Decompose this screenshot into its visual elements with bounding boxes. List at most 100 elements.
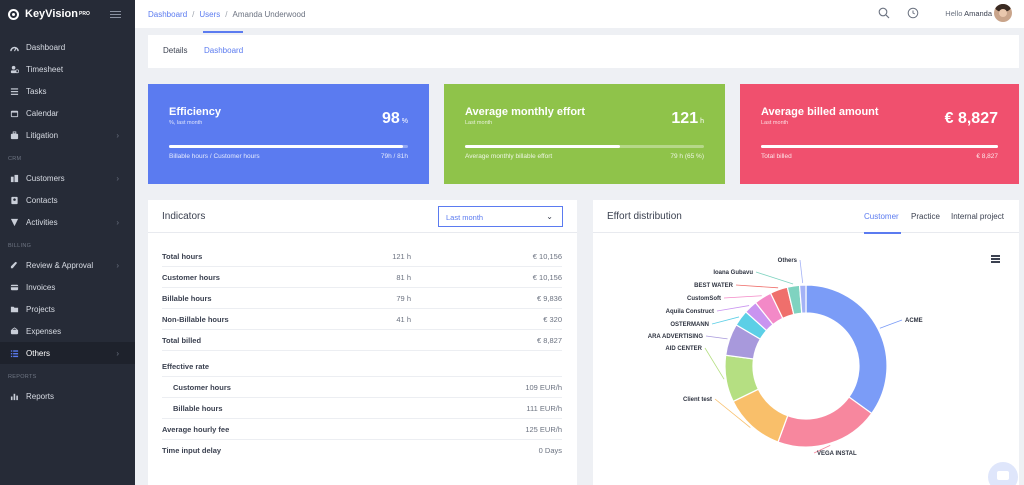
chevron-right-icon: › <box>116 260 119 270</box>
sidebar-item-label: Activities <box>26 217 58 227</box>
menu-toggle-icon[interactable] <box>110 10 121 18</box>
kpi-progress-bar <box>761 145 998 148</box>
donut-slice-acme[interactable] <box>805 284 888 415</box>
row-value: 109 EUR/h <box>525 383 562 392</box>
brand-badge: PRO <box>79 11 90 17</box>
expenses-icon <box>10 326 19 336</box>
leader-line <box>716 305 750 312</box>
sidebar-item-reports[interactable]: Reports <box>0 385 135 407</box>
breadcrumb-dashboard[interactable]: Dashboard <box>148 10 187 19</box>
greeting: Hello Amanda <box>945 9 992 18</box>
billed-amount-card: Average billed amount Last month € 8,827… <box>740 84 1019 184</box>
leader-line <box>755 271 794 285</box>
sidebar-item-tasks[interactable]: Tasks <box>0 80 135 102</box>
sidebar-item-customers[interactable]: Customers › <box>0 167 135 189</box>
table-row: Customer hours 81 h € 10,156 <box>162 267 562 288</box>
sidebar-item-label: Expenses <box>26 326 62 336</box>
kpi-value: 121 h <box>671 110 704 127</box>
list-icon <box>10 349 19 358</box>
period-value: Last month <box>446 213 484 222</box>
chat-icon[interactable] <box>988 462 1018 485</box>
row-label: Time input delay <box>162 446 222 455</box>
table-row: Total hours 121 h € 10,156 <box>162 246 562 267</box>
tab-customer[interactable]: Customer <box>864 212 899 221</box>
sidebar-item-calendar[interactable]: Calendar <box>0 102 135 124</box>
sidebar-item-timesheet[interactable]: Timesheet <box>0 58 135 80</box>
brand[interactable]: KeyVision PRO <box>0 0 135 28</box>
row-label: Average hourly fee <box>162 425 230 434</box>
sidebar-item-review-approval[interactable]: Review & Approval › <box>0 254 135 276</box>
row-label: Total hours <box>162 252 203 261</box>
sidebar-item-projects[interactable]: Projects <box>0 298 135 320</box>
row-label: Non-Billable hours <box>162 315 229 324</box>
tab-dashboard[interactable]: Dashboard <box>204 46 243 55</box>
row-amount: € 9,836 <box>536 294 562 303</box>
kpi-title: Efficiency <box>169 106 221 118</box>
row-value: 111 EUR/h <box>526 404 562 413</box>
row-hours: 121 h <box>392 252 411 261</box>
sidebar-item-contacts[interactable]: Contacts <box>0 189 135 211</box>
tab-practice[interactable]: Practice <box>911 212 940 221</box>
tab-internal-project[interactable]: Internal project <box>951 212 1004 221</box>
table-row: Billable hours 111 EUR/h <box>162 398 562 419</box>
invoices-icon <box>10 283 19 292</box>
period-select[interactable]: Last month ⌄ <box>438 206 563 227</box>
row-hours: 81 h <box>396 273 411 282</box>
sidebar: KeyVision PRO Dashboard Timesheet Tasks C… <box>0 0 135 485</box>
tab-active-indicator <box>203 31 243 33</box>
chevron-right-icon: › <box>116 130 119 140</box>
sidebar-item-litigation[interactable]: Litigation › <box>0 124 135 146</box>
leader-line <box>879 319 903 329</box>
sidebar-item-activities[interactable]: Activities › <box>0 211 135 233</box>
chevron-right-icon: › <box>116 217 119 227</box>
kpi-footer-label: Total billed <box>761 153 792 160</box>
sidebar-item-dashboard[interactable]: Dashboard <box>0 36 135 58</box>
effort-title: Effort distribution <box>607 211 682 222</box>
leader-line <box>711 316 740 325</box>
row-amount: € 10,156 <box>532 252 562 261</box>
sidebar-item-invoices[interactable]: Invoices <box>0 276 135 298</box>
kpi-footer-value: € 8,827 <box>976 153 998 160</box>
slice-label: ARA ADVERTISING <box>648 334 704 340</box>
row-label: Customer hours <box>162 273 220 282</box>
avatar[interactable] <box>994 4 1012 22</box>
sidebar-item-label: Others <box>26 348 51 358</box>
sidebar-item-label: Litigation <box>26 130 59 140</box>
sidebar-section-billing: BILLING <box>8 243 32 249</box>
kpi-title: Average monthly effort <box>465 106 586 118</box>
kpi-value: 98% <box>381 110 408 127</box>
table-row: Total billed € 8,827 <box>162 330 562 351</box>
table-row: Customer hours 109 EUR/h <box>162 377 562 398</box>
clock-icon[interactable] <box>907 7 919 19</box>
tab-details[interactable]: Details <box>163 46 187 55</box>
sidebar-section-reports: REPORTS <box>8 374 37 380</box>
sidebar-item-expenses[interactable]: Expenses <box>0 320 135 342</box>
leader-line <box>735 284 779 289</box>
chevron-down-icon: ⌄ <box>546 212 553 221</box>
kpi-progress-fill <box>465 145 621 148</box>
kpi-progress-bar <box>169 145 408 148</box>
slice-label: Others <box>778 258 798 264</box>
panel-header: Effort distribution Customer Practice In… <box>593 200 1019 233</box>
effort-distribution-panel: Effort distribution Customer Practice In… <box>593 200 1019 485</box>
greeting-text: Hello <box>945 9 963 18</box>
kpi-subtitle: %, last month <box>169 120 203 126</box>
sidebar-item-label: Review & Approval <box>26 260 94 270</box>
kpi-progress-fill <box>169 145 404 148</box>
slice-label: VEGA INSTAL <box>817 451 857 457</box>
topbar: Dashboard / Users / Amanda Underwood Hello A… <box>135 0 1024 28</box>
rate-header-row: Effective rate <box>162 356 562 377</box>
row-label: Billable hours <box>162 294 212 303</box>
chevron-right-icon: › <box>116 173 119 183</box>
sidebar-item-others[interactable]: Others › <box>0 342 135 364</box>
user-name[interactable]: Amanda <box>964 9 992 18</box>
calendar-icon <box>10 109 19 118</box>
search-icon[interactable] <box>878 7 890 19</box>
donut-slice-vega-instal[interactable] <box>777 396 873 448</box>
table-row: Time input delay 0 Days <box>162 440 562 461</box>
row-hours: 79 h <box>396 294 411 303</box>
timesheet-icon <box>10 65 19 74</box>
row-amount: € 8,827 <box>536 336 562 345</box>
indicators-panel: Indicators Last month ⌄ Total hours 121 … <box>148 200 577 485</box>
breadcrumb-users[interactable]: Users <box>199 10 220 19</box>
